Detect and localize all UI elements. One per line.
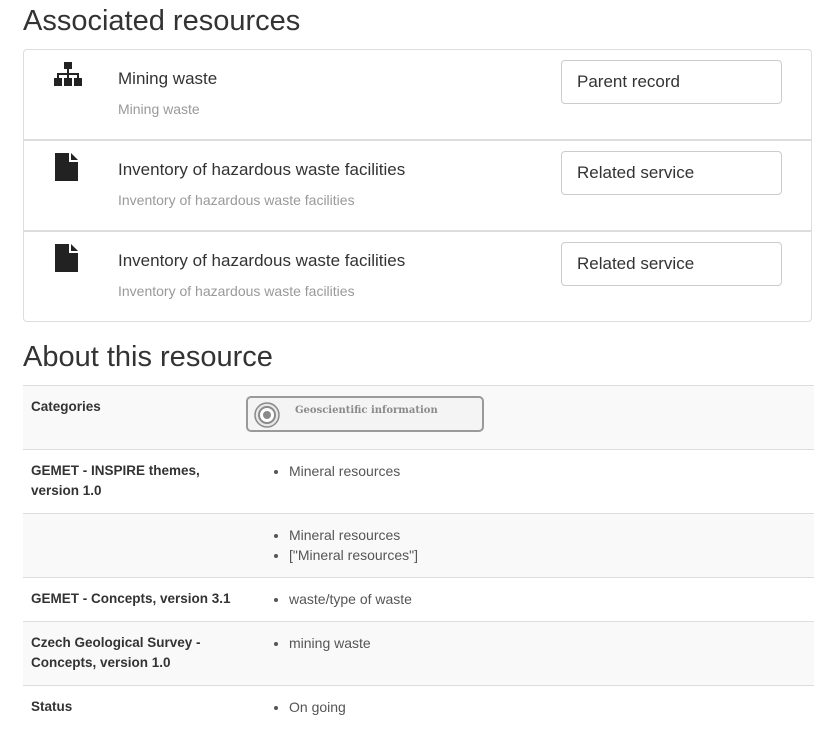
associated-resource-card: Mining waste Mining waste Parent record	[23, 49, 812, 140]
list-item: Mineral resources	[289, 461, 806, 481]
metadata-table: Categories Geoscientific information GEM…	[23, 385, 814, 729]
resource-title[interactable]: Inventory of hazardous waste facilities	[118, 251, 405, 271]
table-row: Status On going	[23, 685, 814, 729]
list-item: On going	[289, 697, 806, 717]
list-item: Mineral resources	[289, 525, 806, 545]
parent-record-button[interactable]: Parent record	[561, 60, 782, 104]
associated-resource-card: Inventory of hazardous waste facilities …	[23, 140, 812, 231]
table-row: Mineral resources ["Mineral resources"]	[23, 513, 814, 578]
resource-subtitle: Mining waste	[118, 101, 200, 117]
table-row: GEMET - Concepts, version 3.1 waste/type…	[23, 577, 814, 622]
category-badge[interactable]: Geoscientific information	[246, 396, 484, 432]
row-key: GEMET - INSPIRE themes, version 1.0	[23, 449, 244, 514]
related-service-button[interactable]: Related service	[561, 242, 782, 286]
list-item: ["Mineral resources"]	[289, 545, 806, 565]
resource-subtitle: Inventory of hazardous waste facilities	[118, 283, 355, 299]
file-icon	[54, 244, 82, 272]
row-key	[23, 513, 244, 578]
category-label: Geoscientific information	[295, 405, 438, 416]
related-service-button[interactable]: Related service	[561, 151, 782, 195]
resource-subtitle: Inventory of hazardous waste facilities	[118, 192, 355, 208]
resource-title[interactable]: Inventory of hazardous waste facilities	[118, 160, 405, 180]
row-key: Status	[23, 685, 244, 729]
row-key: Categories	[23, 385, 244, 450]
list-item: mining waste	[289, 633, 806, 653]
table-row: Czech Geological Survey - Concepts, vers…	[23, 621, 814, 686]
file-icon	[54, 153, 82, 181]
associated-resources-heading: Associated resources	[23, 5, 301, 37]
about-resource-heading: About this resource	[23, 341, 273, 373]
associated-resource-card: Inventory of hazardous waste facilities …	[23, 231, 812, 322]
row-key: GEMET - Concepts, version 3.1	[23, 577, 244, 622]
list-item: waste/type of waste	[289, 589, 806, 609]
table-row: Categories Geoscientific information	[23, 385, 814, 450]
sitemap-icon	[54, 62, 82, 88]
resource-title[interactable]: Mining waste	[118, 69, 217, 89]
target-icon	[254, 402, 280, 428]
table-row: GEMET - INSPIRE themes, version 1.0 Mine…	[23, 449, 814, 514]
row-key: Czech Geological Survey - Concepts, vers…	[23, 621, 244, 686]
